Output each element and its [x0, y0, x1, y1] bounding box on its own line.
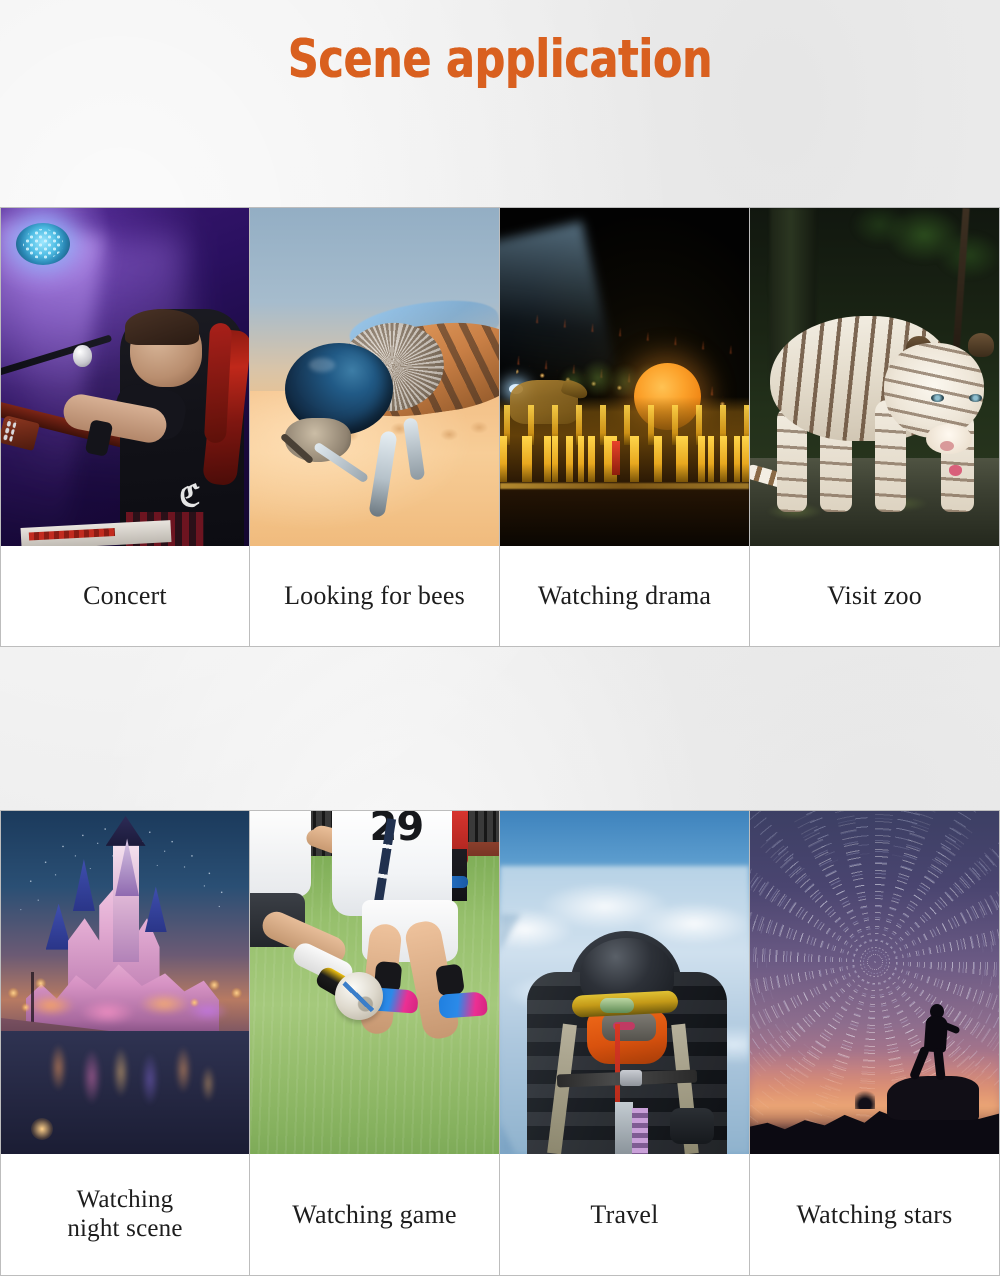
- tiger-eye-right: [968, 393, 982, 402]
- scene-card-watching-stars[interactable]: Watching stars: [750, 810, 1000, 1276]
- red-costume-performer: [612, 441, 621, 476]
- bee-macro-closeup-photo: [250, 208, 499, 546]
- illuminated-castle-at-dusk-photo: [1, 811, 249, 1154]
- scene-card-caption: Watching stars: [750, 1154, 999, 1275]
- silhouette-leg-back: [908, 1045, 930, 1081]
- scene-card-watching-game[interactable]: 29 Watching game: [250, 810, 500, 1276]
- row-separator-gap: [0, 647, 1000, 810]
- scene-card-caption: Watching game: [250, 1154, 499, 1275]
- scene-card-visit-zoo[interactable]: Visit zoo: [750, 207, 1000, 647]
- tiger-ear-right: [968, 333, 995, 358]
- scene-application-page: Scene application ℭ Concert Looking for …: [0, 0, 1000, 1276]
- climber-glove: [670, 1107, 715, 1144]
- scene-card-caption: Concert: [1, 546, 249, 646]
- concert-stage-guitarist-photo: ℭ: [1, 208, 249, 546]
- scene-card-looking-for-bees[interactable]: Looking for bees: [250, 207, 500, 647]
- climber-face-mask: [602, 1013, 657, 1042]
- scene-card-travel[interactable]: Travel: [500, 810, 750, 1276]
- scene-card-caption: Visit zoo: [750, 546, 999, 646]
- soccer-players-on-turf-photo: 29: [250, 811, 499, 1154]
- climbing-rope: [631, 1108, 648, 1154]
- title-band: Scene application: [0, 0, 1000, 207]
- foreground-shrub: [854, 1087, 875, 1110]
- scene-card-watching-drama[interactable]: Watching drama: [500, 207, 750, 647]
- outdoor-night-theatre-performance-photo: [500, 208, 749, 546]
- scene-card-caption: Watching drama: [500, 546, 749, 646]
- caption-line-1: Watching: [76, 1186, 174, 1213]
- white-tiger-in-jungle-photo: [750, 208, 999, 546]
- star-trails-night-sky-photo: [750, 811, 999, 1154]
- player-main-sock-right: [434, 963, 465, 998]
- bee-face: [284, 417, 351, 462]
- scene-card-caption: Travel: [500, 1154, 749, 1275]
- harness-buckle-icon: [619, 1069, 642, 1086]
- scene-card-concert[interactable]: ℭ Concert: [0, 207, 250, 647]
- silhouette-leg-front: [933, 1047, 946, 1081]
- tiger-tongue: [948, 464, 962, 476]
- tiger-eye-left: [931, 393, 945, 402]
- ice-axe: [614, 1102, 633, 1154]
- mountaineer-on-snowy-peak-photo: [500, 811, 749, 1154]
- performers-front-row: [500, 425, 749, 482]
- stage-edge-light: [500, 482, 749, 489]
- player-left-shirt: [250, 811, 312, 897]
- stage-lamp-icon: [15, 223, 70, 266]
- castle-water-reflection: [20, 1037, 230, 1154]
- lamp-water-reflection: [30, 1118, 53, 1141]
- scene-card-watching-night-scene[interactable]: Watching night scene: [0, 810, 250, 1276]
- page-title: Scene application: [287, 29, 713, 90]
- headlamp-icon: [599, 997, 634, 1013]
- player-main-boot-right: [438, 991, 489, 1019]
- scene-card-caption: Watching night scene: [1, 1154, 249, 1275]
- summit-rock: [887, 1075, 980, 1120]
- microphone-icon: [72, 344, 92, 367]
- scene-grid-row-1: ℭ Concert Looking for bees Watching dram…: [0, 207, 1000, 647]
- caption-line-2: night scene: [67, 1214, 183, 1242]
- jersey-number: 29: [369, 811, 425, 851]
- scene-grid-row-2: Watching night scene 29 Watching game Tr…: [0, 810, 1000, 1276]
- soccer-ball-icon: [334, 972, 383, 1021]
- person-silhouette: [908, 1003, 961, 1082]
- tiger-head: [884, 343, 985, 439]
- musician-hair: [125, 309, 200, 346]
- scene-card-caption: Looking for bees: [250, 546, 499, 646]
- shirt-logo-icon: ℭ: [179, 478, 201, 514]
